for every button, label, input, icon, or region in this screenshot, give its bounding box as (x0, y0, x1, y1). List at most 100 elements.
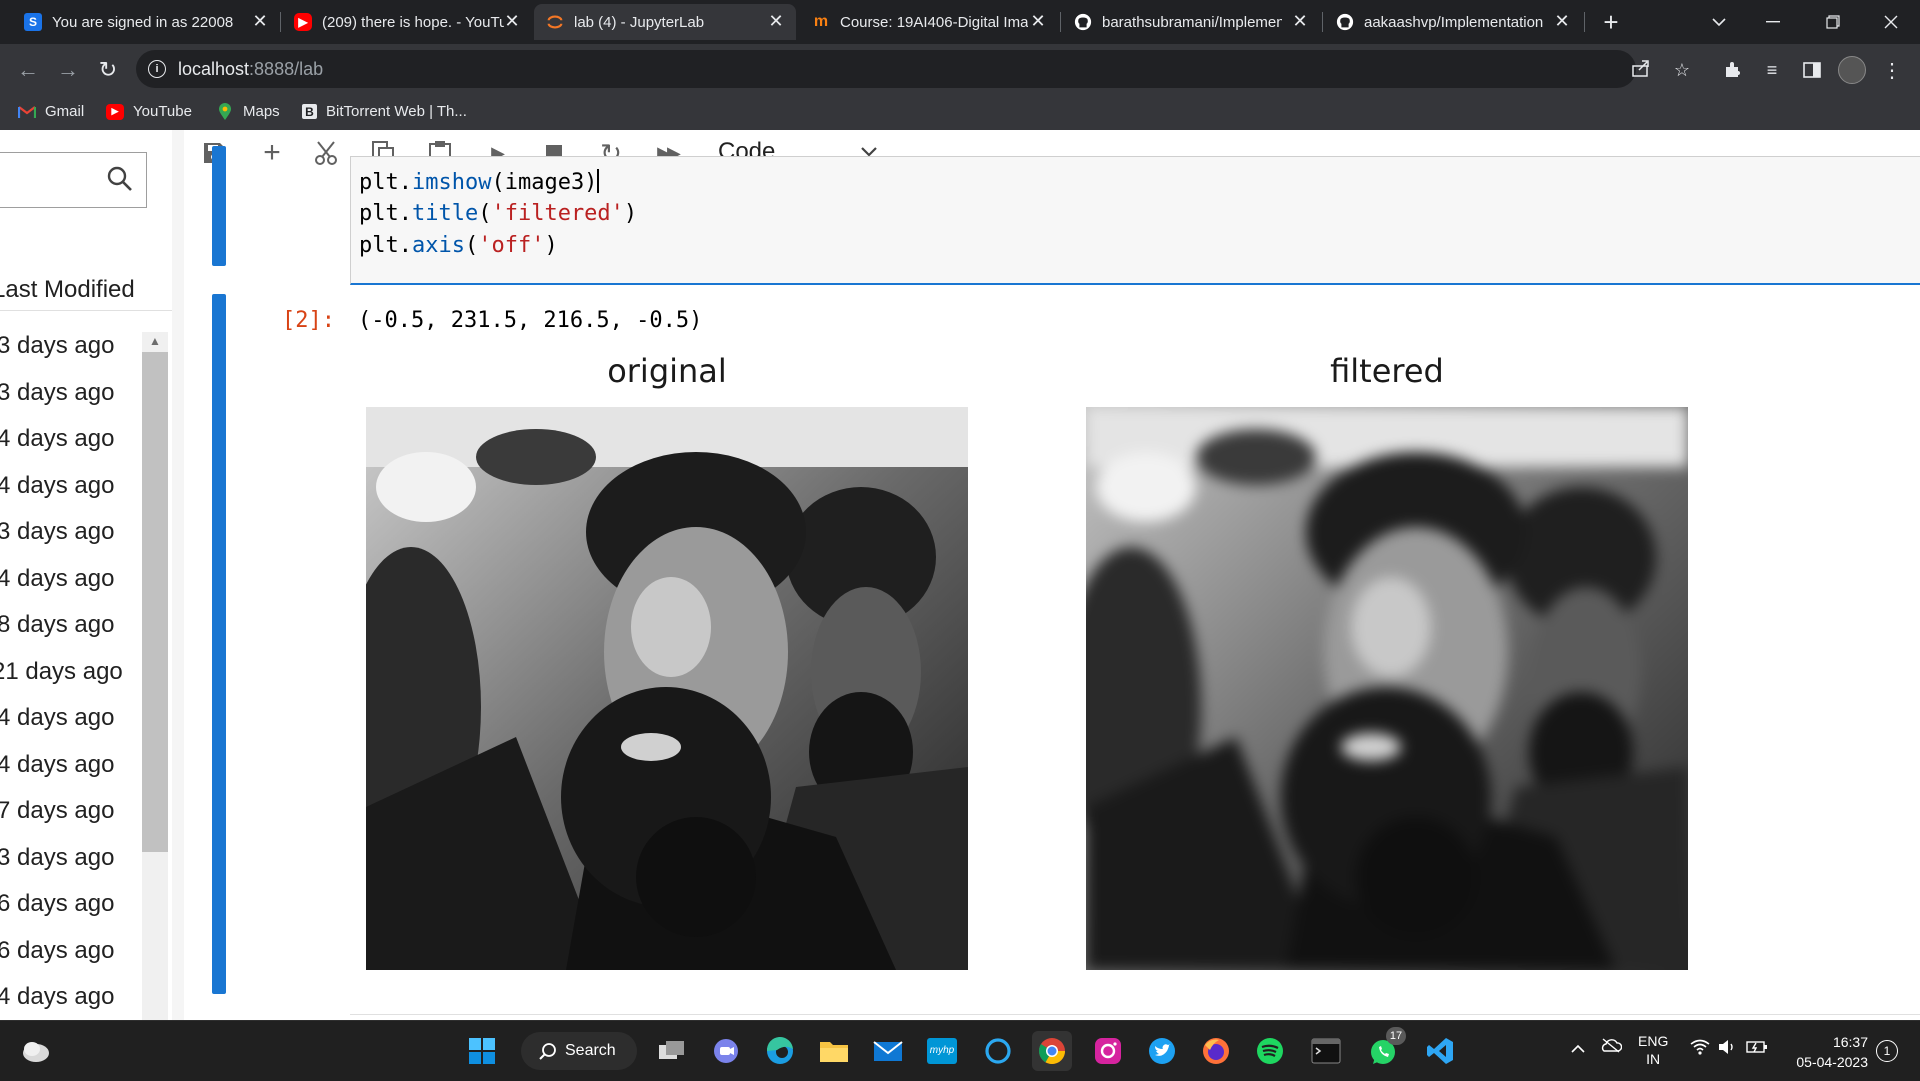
media-queue-icon[interactable]: ≡ (1756, 54, 1788, 86)
last-modified-value: 3 days ago (0, 843, 115, 871)
tab-search-chevron-icon[interactable] (1696, 4, 1742, 40)
code-cell-collapser[interactable] (212, 146, 226, 266)
chrome-icon[interactable] (1032, 1031, 1072, 1071)
last-modified-column-header[interactable]: Last Modified (0, 270, 172, 311)
browser-tab-signed-in[interactable]: S You are signed in as 22008 ✕ (12, 4, 280, 40)
file-row[interactable]: 3 days ago (0, 512, 140, 552)
whatsapp-icon[interactable]: 17 (1364, 1027, 1406, 1071)
file-row[interactable]: 4 days ago (0, 466, 140, 506)
minimize-icon[interactable] (1750, 4, 1796, 40)
bookmark-label: BitTorrent Web | Th... (326, 103, 467, 120)
cortana-icon[interactable] (978, 1031, 1018, 1071)
code-token: ( (464, 233, 479, 258)
last-modified-value: 4 days ago (0, 471, 115, 499)
share-icon[interactable] (1630, 57, 1654, 81)
bookmark-bittorrent[interactable]: B BitTorrent Web | Th... (302, 103, 467, 120)
output-prompt: [2]: (282, 308, 335, 333)
file-row[interactable]: 21 days ago (0, 652, 140, 692)
browser-tab-github-aakaash[interactable]: aakaashvp/Implementation ✕ (1324, 4, 1582, 40)
code-cell-editor[interactable]: plt.imshow(image3) plt.title('filtered') p… (350, 156, 1920, 285)
url-path: :8888/lab (249, 59, 324, 79)
browser-tab-course[interactable]: m Course: 19AI406-Digital Ima ✕ (800, 4, 1058, 40)
browser-tab-github-barath[interactable]: barathsubramani/Implemen ✕ (1062, 4, 1320, 40)
file-row[interactable]: 4 days ago (0, 698, 140, 738)
weather-icon[interactable] (16, 1031, 56, 1071)
bookmark-star-icon[interactable]: ☆ (1666, 54, 1698, 86)
add-cell-icon[interactable]: + (257, 136, 287, 169)
task-view-icon[interactable] (652, 1031, 692, 1071)
bookmark-label: Maps (243, 103, 280, 120)
last-modified-value: 21 days ago (0, 657, 123, 685)
restore-icon[interactable] (1810, 4, 1856, 40)
file-row[interactable]: 3 days ago (0, 373, 140, 413)
site-info-icon[interactable]: i (148, 60, 166, 78)
forward-arrow-icon[interactable]: → (52, 54, 84, 86)
taskbar-search-button[interactable]: Search (521, 1032, 637, 1070)
close-tab-icon[interactable]: ✕ (766, 11, 786, 31)
file-row[interactable]: 8 days ago (0, 605, 140, 645)
window-close-icon[interactable] (1868, 4, 1914, 40)
file-row[interactable]: 3 days ago (0, 838, 140, 878)
wifi-icon[interactable] (1690, 1039, 1710, 1058)
output-text: (-0.5, 231.5, 216.5, -0.5) (358, 308, 703, 333)
bookmark-gmail[interactable]: Gmail (18, 103, 84, 120)
scrollbar-thumb[interactable] (142, 352, 168, 852)
notification-badge[interactable]: 1 (1876, 1040, 1898, 1062)
firefox-icon[interactable] (1196, 1031, 1236, 1071)
mail-icon[interactable] (868, 1031, 908, 1071)
file-search-input[interactable] (0, 152, 147, 208)
profile-avatar-icon[interactable] (1836, 54, 1868, 86)
language-indicator[interactable]: ENG IN (1638, 1032, 1668, 1068)
tab-separator (1584, 12, 1585, 32)
reload-icon[interactable]: ↻ (92, 54, 124, 86)
close-tab-icon[interactable]: ✕ (1290, 11, 1310, 31)
close-tab-icon[interactable]: ✕ (1028, 11, 1048, 31)
maps-icon (216, 102, 234, 120)
volume-icon[interactable] (1718, 1039, 1738, 1058)
onedrive-icon[interactable] (1600, 1037, 1623, 1056)
github-icon (1074, 13, 1092, 31)
vscode-icon[interactable] (1420, 1031, 1460, 1071)
back-arrow-icon[interactable]: ← (12, 54, 44, 86)
extensions-icon[interactable] (1716, 54, 1748, 86)
file-row[interactable]: 4 days ago (0, 559, 140, 599)
browser-tab-youtube[interactable]: ▶ (209) there is hope. - YouTu ✕ (282, 4, 532, 40)
browser-menu-icon[interactable]: ⋮ (1876, 54, 1908, 86)
myhp-icon[interactable]: myhp (922, 1031, 962, 1071)
instagram-icon[interactable] (1088, 1031, 1128, 1071)
bookmark-youtube[interactable]: ▶ YouTube (106, 103, 192, 120)
close-tab-icon[interactable]: ✕ (250, 11, 270, 31)
close-tab-icon[interactable]: ✕ (502, 11, 522, 31)
file-explorer-icon[interactable] (814, 1031, 854, 1071)
search-icon[interactable] (106, 165, 134, 193)
edge-browser-icon[interactable] (760, 1031, 800, 1071)
twitter-icon[interactable] (1142, 1031, 1182, 1071)
file-row[interactable]: 6 days ago (0, 931, 140, 971)
file-row[interactable]: 3 days ago (0, 326, 140, 366)
browser-tab-jupyterlab[interactable]: lab (4) - JupyterLab ✕ (534, 4, 796, 40)
scroll-up-arrow-icon[interactable]: ▲ (146, 332, 164, 350)
bookmark-maps[interactable]: Maps (216, 102, 280, 120)
notebook-panel: plt.imshow(image3) plt.title('filtered') p… (184, 146, 1920, 1020)
output-collapser[interactable] (212, 294, 226, 994)
file-row[interactable]: 6 days ago (0, 884, 140, 924)
battery-icon[interactable] (1746, 1039, 1768, 1058)
new-tab-button[interactable]: + (1588, 4, 1634, 40)
side-panel-icon[interactable] (1796, 54, 1828, 86)
clock[interactable]: 16:37 05-04-2023 (1778, 1032, 1868, 1072)
cut-icon[interactable] (312, 138, 342, 168)
file-row[interactable]: 4 days ago (0, 745, 140, 785)
teams-chat-icon[interactable] (706, 1031, 746, 1071)
spotify-icon[interactable] (1250, 1031, 1290, 1071)
close-tab-icon[interactable]: ✕ (1552, 11, 1572, 31)
file-row[interactable]: 7 days ago (0, 791, 140, 831)
filtered-image (1086, 407, 1688, 970)
address-bar[interactable]: i localhost:8888/lab (136, 50, 1649, 88)
terminal-icon[interactable] (1306, 1031, 1346, 1071)
code-token: plt. (359, 233, 412, 258)
file-row[interactable]: 4 days ago (0, 419, 140, 459)
show-hidden-icons-chevron-icon[interactable] (1570, 1041, 1586, 1057)
windows-start-icon[interactable] (462, 1031, 502, 1071)
file-row[interactable]: 4 days ago (0, 977, 140, 1017)
tab-separator (1060, 12, 1061, 32)
